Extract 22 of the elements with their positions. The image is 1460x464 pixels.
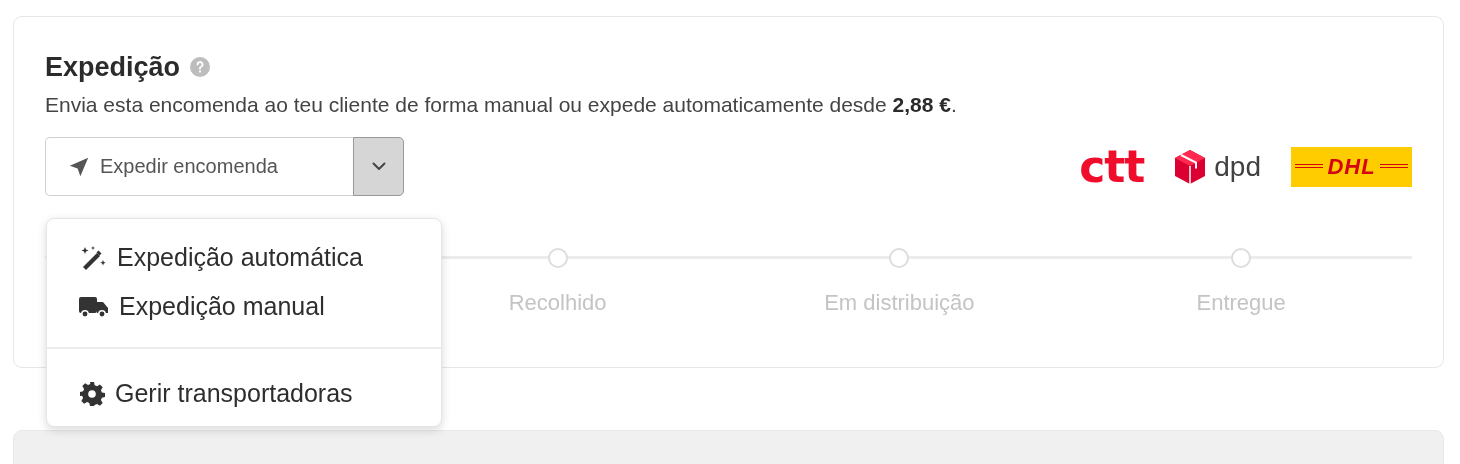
step-marker (1231, 248, 1252, 268)
section-description: Envia esta encomenda ao teu cliente de forma manual ou expede automaticamente desde 2,88 €. (45, 93, 958, 117)
menu-item[interactable]: Gerir transportadoras (47, 369, 441, 418)
paper-plane-icon (68, 155, 90, 178)
carrier-logo: dpd (1174, 148, 1261, 185)
section-title: Expedição (45, 51, 181, 83)
settings-icon (79, 380, 105, 407)
truck-icon (79, 294, 109, 319)
help-icon[interactable] (190, 57, 211, 77)
carrier-logo: ctt (1079, 144, 1145, 189)
step-label: Em distribuição (824, 290, 975, 316)
magic-wand-icon (79, 244, 107, 271)
step-label: Recolhido (508, 290, 607, 316)
step-marker (547, 248, 568, 268)
carrier-logo: DHL (1291, 146, 1412, 187)
step-label: Entregue (1196, 290, 1286, 316)
step-marker (889, 248, 910, 268)
menu-item[interactable]: Expedição manual (47, 282, 441, 331)
dropdown-toggle-button[interactable] (353, 137, 404, 196)
ship-order-button[interactable]: Expedir encomenda (45, 137, 353, 196)
caret-icon (371, 162, 386, 171)
menu-item[interactable]: Expedição automática (47, 233, 441, 282)
